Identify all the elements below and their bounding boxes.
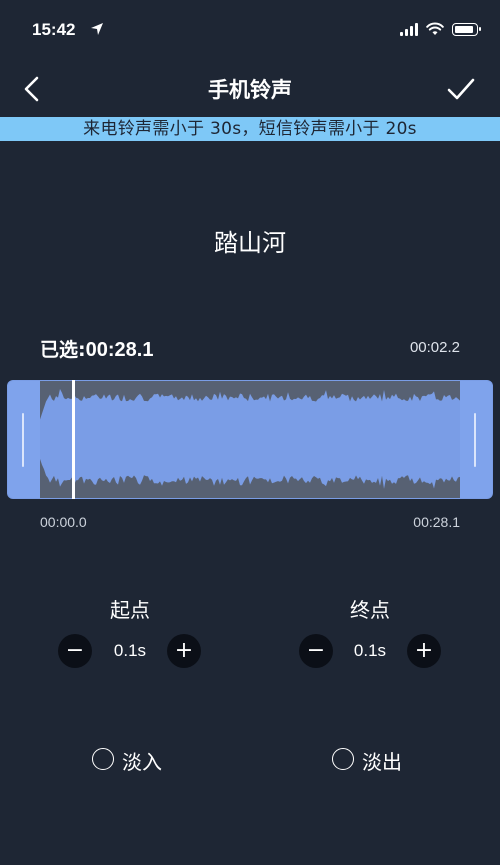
playhead-cursor[interactable] xyxy=(72,380,75,499)
selected-label: 已选: xyxy=(40,339,86,361)
end-minus-button[interactable]: − xyxy=(299,634,333,668)
plus-icon: + xyxy=(414,638,434,663)
range-start-handle[interactable] xyxy=(8,381,40,498)
confirm-check-icon[interactable] xyxy=(446,74,476,104)
timeline-end: 00:28.1 xyxy=(413,514,460,530)
selected-value: 00:28.1 xyxy=(85,339,154,361)
fade-in-label[interactable]: 淡入 xyxy=(122,746,162,775)
end-point-value: 0.1s xyxy=(353,641,387,660)
song-title: 踏山河 xyxy=(214,229,286,257)
start-point-value: 0.1s xyxy=(113,641,147,660)
start-minus-button[interactable]: − xyxy=(58,634,92,668)
audio-waveform[interactable] xyxy=(40,381,460,498)
current-position: 00:02.2 xyxy=(409,339,460,356)
wifi-icon xyxy=(426,22,444,35)
end-plus-button[interactable]: + xyxy=(407,634,441,668)
fade-in-radio[interactable] xyxy=(92,748,114,770)
battery-icon xyxy=(452,22,481,36)
end-point-label: 终点 xyxy=(350,598,390,622)
duration-hint-banner: 来电铃声需小于 30s，短信铃声需小于 20s xyxy=(0,117,500,141)
selected-duration: 已选:00:28.1 xyxy=(40,335,153,362)
start-point-label: 起点 xyxy=(110,598,150,622)
location-arrow-icon xyxy=(91,23,103,35)
fade-out-radio[interactable] xyxy=(332,748,354,770)
fade-out-label[interactable]: 淡出 xyxy=(362,746,402,775)
start-plus-button[interactable]: + xyxy=(167,634,201,668)
cellular-signal-icon xyxy=(400,22,418,36)
status-icons xyxy=(400,22,481,36)
waveform-shape xyxy=(40,389,460,489)
page-title: 手机铃声 xyxy=(208,78,292,102)
minus-icon: − xyxy=(306,638,326,663)
range-end-handle[interactable] xyxy=(460,381,492,498)
status-time: 15:42 xyxy=(32,20,76,39)
plus-icon: + xyxy=(174,638,194,663)
minus-icon: − xyxy=(65,638,85,663)
timeline-start: 00:00.0 xyxy=(40,514,87,530)
